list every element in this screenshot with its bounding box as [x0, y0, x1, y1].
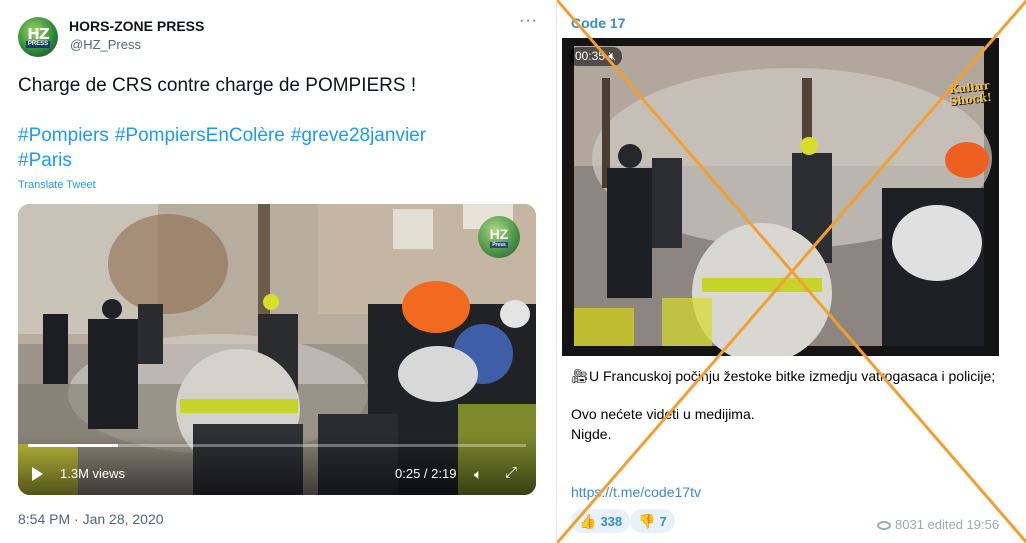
- video-frame-image: [562, 38, 999, 356]
- hashtag-list: #Pompiers #PompiersEnColère #greve28janvie…: [18, 123, 538, 173]
- hz-watermark-logo: HZ Press: [478, 216, 520, 258]
- avatar[interactable]: HZ PRESS: [18, 17, 58, 57]
- video-progress-bar[interactable]: [28, 444, 526, 447]
- hashtag-link[interactable]: #PompiersEnColère: [115, 125, 285, 146]
- video-progress-fill: [28, 444, 118, 447]
- channel-link[interactable]: https://t.me/code17tv: [571, 484, 701, 500]
- hashtag-link[interactable]: #Paris: [18, 150, 72, 171]
- translate-tweet-link[interactable]: Translate Tweet: [18, 179, 96, 191]
- volume-icon[interactable]: 🔈︎: [474, 466, 482, 483]
- thumbs-up-icon: 👍: [579, 512, 597, 529]
- telegram-video-player[interactable]: 00:35 🔇︎ Kultur Shock!: [562, 38, 999, 356]
- tweet-text: Charge de CRS contre charge de POMPIERS …: [18, 75, 417, 96]
- reaction-thumbs-down[interactable]: 👎 7: [630, 509, 675, 533]
- reaction-thumbs-up[interactable]: 👍 338: [571, 509, 631, 533]
- post-line-3: Nigde.: [571, 426, 612, 442]
- tweet-video-player[interactable]: HZ Press 1.3M views 0:25 / 2:19 🔈︎ ⤢: [18, 204, 536, 495]
- channel-name[interactable]: Code 17: [571, 15, 625, 31]
- author-name[interactable]: HORS-ZONE PRESS: [69, 18, 204, 34]
- video-view-count: 1.3M views: [60, 466, 126, 481]
- video-timecode: 0:25 / 2:19: [395, 466, 457, 481]
- kultur-shock-watermark: Kultur Shock!: [948, 79, 993, 109]
- hashtag-link[interactable]: #Pompiers: [18, 125, 109, 146]
- post-meta: 8031 edited 19:56: [877, 517, 999, 532]
- avatar-logo-text: HZ: [27, 24, 49, 43]
- telegram-post: Code 17 00:35 🔇︎ Kultur Shock! 🎥︎U Franc…: [556, 0, 1026, 543]
- video-camera-icon: 🎥︎: [571, 368, 589, 384]
- tweet-card: HZ PRESS HORS-ZONE PRESS @HZ_Press ··· C…: [0, 0, 549, 543]
- expand-icon[interactable]: ⤢: [505, 464, 517, 481]
- mute-icon[interactable]: 🔇︎: [608, 49, 616, 63]
- video-time-badge: 00:35 🔇︎: [569, 47, 622, 66]
- post-line-1: U Francuskoj počinju žestoke bitke izmed…: [589, 368, 996, 384]
- thumbs-down-icon: 👎: [638, 512, 656, 529]
- view-count: 8031: [895, 517, 924, 532]
- eye-icon: [877, 521, 891, 530]
- reaction-count: 338: [600, 513, 623, 529]
- play-icon[interactable]: [32, 467, 43, 481]
- hashtag-link[interactable]: #greve28janvier: [291, 125, 426, 146]
- reaction-count: 7: [659, 513, 667, 529]
- post-line-2: Ovo nećete videti u medijima.: [571, 406, 755, 422]
- more-options-icon[interactable]: ···: [519, 12, 538, 30]
- edited-label: edited 19:56: [927, 517, 1000, 532]
- avatar-logo-subtext: PRESS: [25, 40, 51, 48]
- tweet-timestamp[interactable]: 8:54 PM · Jan 28, 2020: [18, 511, 164, 527]
- post-message: 🎥︎U Francuskoj počinju žestoke bitke izm…: [571, 366, 1011, 444]
- author-handle[interactable]: @HZ_Press: [70, 37, 141, 52]
